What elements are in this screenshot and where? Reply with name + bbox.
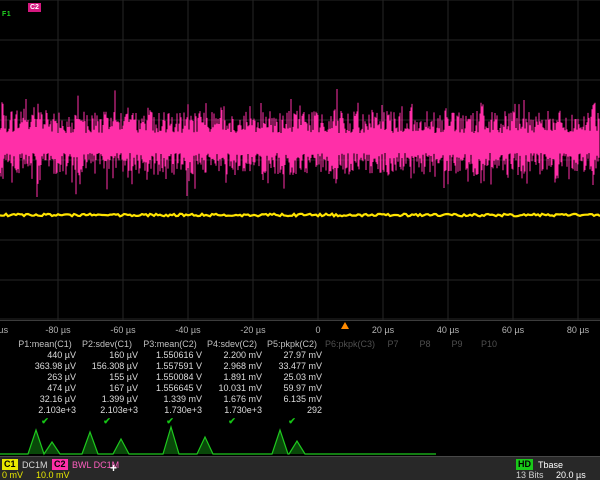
measure-value: 25.03 mV [262, 372, 322, 382]
measure-value: 1.550616 V [138, 350, 202, 360]
measure-value: 363.98 µV [14, 361, 76, 371]
c1-channel-badge[interactable]: C1 [2, 459, 18, 470]
trace-label-f1: F1 [2, 11, 11, 19]
measure-value: 2.103e+3 [14, 405, 76, 415]
measure-value: 10.031 mV [202, 383, 262, 393]
measure-value: 59.97 mV [262, 383, 322, 393]
time-tick-label: -100 µs [0, 325, 8, 335]
measure-value: 6.135 mV [262, 394, 322, 404]
time-tick-label: -20 µs [240, 325, 265, 335]
measure-value: 1.399 µV [76, 394, 138, 404]
waveform-traces [0, 0, 600, 320]
time-tick-label: -80 µs [45, 325, 70, 335]
time-tick-label: 20 µs [372, 325, 394, 335]
measure-value: 440 µV [14, 350, 76, 360]
c1-scale-value: 10.0 mV [36, 470, 70, 480]
measure-value: 1.557591 V [138, 361, 202, 371]
measurement-table[interactable]: P1:mean(C1)P2:sdev(C1)P3:mean(C2)P4:sdev… [0, 337, 600, 428]
measure-value: 27.97 mV [262, 350, 322, 360]
measure-value: 32.16 µV [14, 394, 76, 404]
measure-value: 2.200 mV [202, 350, 262, 360]
measure-header-p8[interactable]: P8 [410, 339, 440, 349]
bottom-toolbar: C1 DC1M C2 BWL DC1M + 0 mV 10.0 mV HD Tb… [0, 456, 600, 480]
time-tick-label: -40 µs [175, 325, 200, 335]
histogram-trace [0, 424, 600, 456]
measure-value: 167 µV [76, 383, 138, 393]
oscilloscope-screen: C2 F1 -100 µs -80 µs -60 µs -40 µs -20 µs 0 20 … [0, 0, 600, 480]
trace-label-c2: C2 [28, 3, 41, 12]
measure-header-p2[interactable]: P2:sdev(C1) [76, 339, 138, 349]
measure-value: 1.339 mV [138, 394, 202, 404]
time-tick-label: -60 µs [110, 325, 135, 335]
timebase-value: 20.0 µs [556, 470, 586, 480]
measure-header-p7[interactable]: P7 [378, 339, 408, 349]
measure-value: 1.730e+3 [202, 405, 262, 415]
measure-value: 263 µV [14, 372, 76, 382]
trigger-position-marker[interactable] [341, 322, 349, 329]
measure-header-p3[interactable]: P3:mean(C2) [138, 339, 202, 349]
hd-mode-badge: HD [516, 459, 533, 470]
measure-header-p9[interactable]: P9 [442, 339, 472, 349]
measure-value: 160 µV [76, 350, 138, 360]
measure-value: 474 µV [14, 383, 76, 393]
measure-value: 1.556645 V [138, 383, 202, 393]
measure-header-p5[interactable]: P5:pkpk(C2) [262, 339, 322, 349]
measure-value: 1.891 mV [202, 372, 262, 382]
measure-value: 1.676 mV [202, 394, 262, 404]
time-tick-label: 0 [315, 325, 320, 335]
measure-value: 292 [262, 405, 322, 415]
measure-header-p6[interactable]: P6:pkpk(C3) [324, 339, 376, 349]
measure-header-p10[interactable]: P10 [474, 339, 504, 349]
measure-value: 2.103e+3 [76, 405, 138, 415]
adc-bits-label: 13 Bits [516, 470, 544, 480]
time-axis: -100 µs -80 µs -60 µs -40 µs -20 µs 0 20 µs 40 … [0, 320, 600, 337]
time-tick-label: 60 µs [502, 325, 524, 335]
measure-header-p1[interactable]: P1:mean(C1) [14, 339, 76, 349]
waveform-display[interactable]: C2 F1 [0, 0, 600, 320]
add-trace-button[interactable]: + [110, 461, 117, 475]
time-tick-label: 80 µs [567, 325, 589, 335]
measure-value: 1.550084 V [138, 372, 202, 382]
time-tick-label: 40 µs [437, 325, 459, 335]
c1-coupling-label: DC1M [22, 460, 48, 470]
measure-header-p4[interactable]: P4:sdev(C2) [202, 339, 262, 349]
measure-value: 33.477 mV [262, 361, 322, 371]
c2-channel-badge[interactable]: C2 [52, 459, 68, 470]
measure-value: 1.730e+3 [138, 405, 202, 415]
timebase-label[interactable]: Tbase [538, 460, 563, 470]
measure-value: 2.968 mV [202, 361, 262, 371]
c1-offset-value: 0 mV [2, 470, 23, 480]
measure-value: 155 µV [76, 372, 138, 382]
measure-value: 156.308 µV [76, 361, 138, 371]
